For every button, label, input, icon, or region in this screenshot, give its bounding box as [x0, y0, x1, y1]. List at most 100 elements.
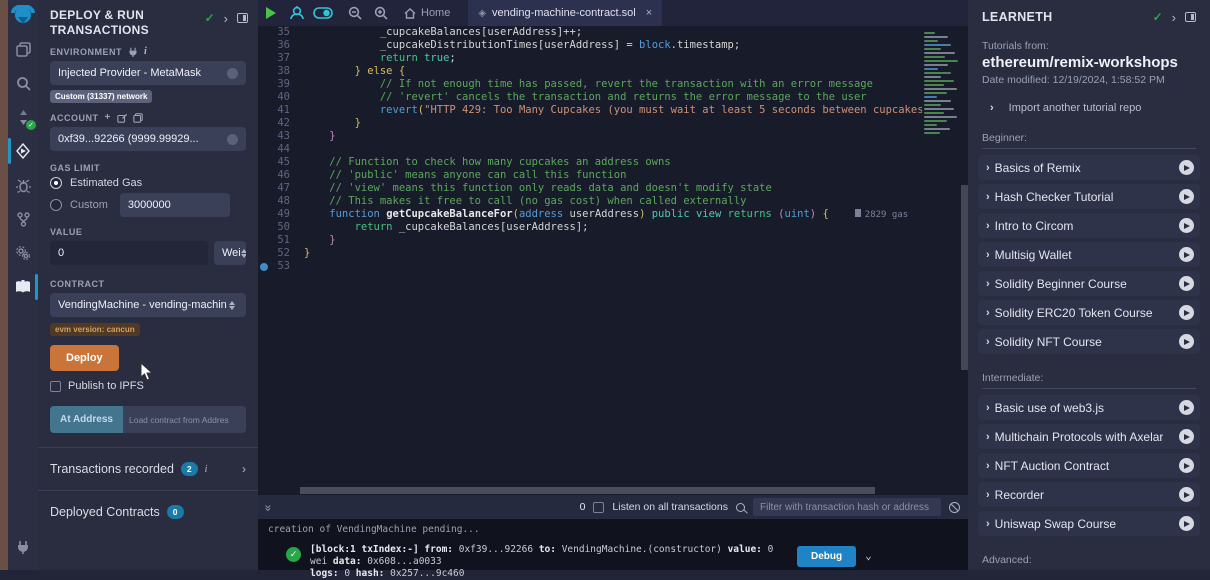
tutorial-item[interactable]: ›Multichain Protocols with Axelar	[978, 424, 1200, 449]
play-icon[interactable]	[1179, 276, 1194, 291]
play-icon[interactable]	[1179, 334, 1194, 349]
tutorial-item[interactable]: ›Solidity Beginner Course	[978, 271, 1200, 296]
breakpoint-margin[interactable]	[258, 182, 270, 195]
code-line[interactable]: 51 }	[258, 234, 922, 247]
publish-ipfs-option[interactable]: Publish to IPFS	[50, 380, 246, 392]
code-line[interactable]: 44	[258, 143, 922, 156]
learneth-pin-icon[interactable]	[1185, 12, 1196, 22]
tutorial-item[interactable]: ›NFT Auction Contract	[978, 453, 1200, 478]
estimated-gas-radio[interactable]	[50, 177, 62, 189]
breakpoint-margin[interactable]	[258, 39, 270, 52]
at-address-input[interactable]	[123, 406, 246, 433]
tutorial-item[interactable]: ›Solidity ERC20 Token Course	[978, 300, 1200, 325]
code-line[interactable]: 50 return _cupcakeBalances[userAddress];	[258, 221, 922, 234]
git-icon[interactable]	[8, 202, 38, 236]
zoom-in-icon[interactable]	[368, 0, 394, 26]
code-line[interactable]: 48 // This makes it free to call (no gas…	[258, 195, 922, 208]
listen-checkbox[interactable]	[593, 502, 604, 513]
tutorial-item[interactable]: ›Intro to Circom	[978, 213, 1200, 238]
edit-account-icon[interactable]	[117, 113, 127, 123]
custom-gas-radio[interactable]	[50, 199, 62, 211]
panel-pin-icon[interactable]	[237, 13, 248, 23]
account-select[interactable]: 0xf39...92266 (9999.99929...	[50, 127, 246, 151]
play-icon[interactable]	[1179, 160, 1194, 175]
breakpoint-margin[interactable]	[258, 104, 270, 117]
contract-select[interactable]: VendingMachine - vending-machin	[50, 293, 246, 317]
tutorial-item[interactable]: ›Recorder	[978, 482, 1200, 507]
code-line[interactable]: 46 // 'public' means anyone can call thi…	[258, 169, 922, 182]
transactions-recorded-row[interactable]: Transactions recorded 2 i ›	[38, 448, 258, 490]
copy-account-icon[interactable]	[133, 113, 143, 123]
play-icon[interactable]	[1179, 305, 1194, 320]
breakpoint-margin[interactable]	[258, 234, 270, 247]
code-line[interactable]: 47 // 'view' means this function only re…	[258, 182, 922, 195]
code-line[interactable]: 53	[258, 260, 922, 273]
clear-terminal-icon[interactable]	[949, 502, 960, 513]
code-line[interactable]: 35 _cupcakeBalances[userAddress]++;	[258, 26, 922, 39]
tx-expand-icon[interactable]: ⌄	[865, 549, 872, 562]
tutorial-item[interactable]: ›Hash Checker Tutorial	[978, 184, 1200, 209]
transactions-info-icon[interactable]: i	[205, 464, 208, 475]
deployed-contracts-row[interactable]: Deployed Contracts 0	[38, 491, 258, 533]
breakpoint-margin[interactable]	[258, 26, 270, 39]
plug-icon[interactable]	[128, 47, 138, 57]
solidity-compiler-icon[interactable]: ✓	[8, 100, 38, 134]
play-icon[interactable]	[1179, 400, 1194, 415]
code-line[interactable]: 36 _cupcakeDistributionTimes[userAddress…	[258, 39, 922, 52]
play-icon[interactable]	[1179, 247, 1194, 262]
transactions-expand-icon[interactable]: ›	[242, 462, 246, 476]
at-address-button[interactable]: At Address	[50, 406, 123, 433]
play-icon[interactable]	[1179, 516, 1194, 531]
breakpoint-margin[interactable]	[258, 52, 270, 65]
code-line[interactable]: 38 } else {	[258, 65, 922, 78]
custom-gas-input[interactable]	[120, 193, 230, 217]
assistant-icon[interactable]	[284, 0, 310, 26]
code-line[interactable]: 52}	[258, 247, 922, 260]
environment-info-icon[interactable]: i	[144, 46, 147, 57]
editor-vertical-scrollbar[interactable]	[961, 185, 968, 370]
tutorial-item[interactable]: ›Basics of Remix	[978, 155, 1200, 180]
learneth-forward-icon[interactable]: ›	[1172, 11, 1176, 24]
run-script-button[interactable]	[258, 0, 284, 26]
breakpoint-margin[interactable]	[258, 117, 270, 130]
code-line[interactable]: 37 return true;	[258, 52, 922, 65]
terminal-expand-icon[interactable]: »	[261, 505, 275, 510]
panel-forward-icon[interactable]: ›	[224, 12, 228, 25]
learneth-icon[interactable]	[8, 270, 38, 304]
code-line[interactable]: 41 revert("HTTP 429: Too Many Cupcakes (…	[258, 104, 922, 117]
home-tab[interactable]: Home	[394, 0, 460, 26]
play-icon[interactable]	[1179, 218, 1194, 233]
tutorial-item[interactable]: ›Basic use of web3.js	[978, 395, 1200, 420]
tab-close-icon[interactable]: ×	[646, 7, 652, 19]
transaction-log-row[interactable]: ✓ [block:1 txIndex:-] from: 0xf39...9226…	[258, 535, 968, 580]
code-line[interactable]: 43 }	[258, 130, 922, 143]
tutorial-item[interactable]: ›Solidity NFT Course	[978, 329, 1200, 354]
terminal-filter-input[interactable]	[753, 498, 941, 516]
play-icon[interactable]	[1179, 458, 1194, 473]
breakpoint-margin[interactable]	[258, 169, 270, 182]
file-explorer-icon[interactable]	[8, 32, 38, 66]
custom-gas-option[interactable]: Custom	[50, 193, 246, 217]
code-line[interactable]: 42 }	[258, 117, 922, 130]
breakpoint-margin[interactable]	[258, 65, 270, 78]
estimated-gas-option[interactable]: Estimated Gas	[50, 177, 246, 189]
breakpoint-margin[interactable]	[258, 156, 270, 169]
debugger-icon[interactable]	[8, 168, 38, 202]
breakpoint-margin[interactable]	[258, 221, 270, 234]
breakpoint-margin[interactable]	[258, 143, 270, 156]
environment-select[interactable]: Injected Provider - MetaMask	[50, 61, 246, 85]
breakpoint-dot[interactable]	[258, 260, 270, 273]
breakpoint-margin[interactable]	[258, 195, 270, 208]
tab-vending-machine-contract[interactable]: ◈ vending-machine-contract.sol ×	[468, 0, 662, 26]
play-icon[interactable]	[1179, 429, 1194, 444]
tutorial-item[interactable]: ›Uniswap Swap Course	[978, 511, 1200, 536]
import-tutorial-row[interactable]: › Import another tutorial repo	[968, 86, 1210, 118]
editor-horizontal-scrollbar[interactable]	[300, 487, 875, 494]
value-input[interactable]	[50, 241, 208, 265]
deploy-button[interactable]: Deploy	[50, 345, 119, 371]
breakpoint-margin[interactable]	[258, 208, 270, 221]
breakpoint-margin[interactable]	[258, 78, 270, 91]
add-account-icon[interactable]: +	[105, 112, 111, 123]
value-unit-select[interactable]: Wei	[214, 241, 246, 265]
zoom-out-icon[interactable]	[342, 0, 368, 26]
